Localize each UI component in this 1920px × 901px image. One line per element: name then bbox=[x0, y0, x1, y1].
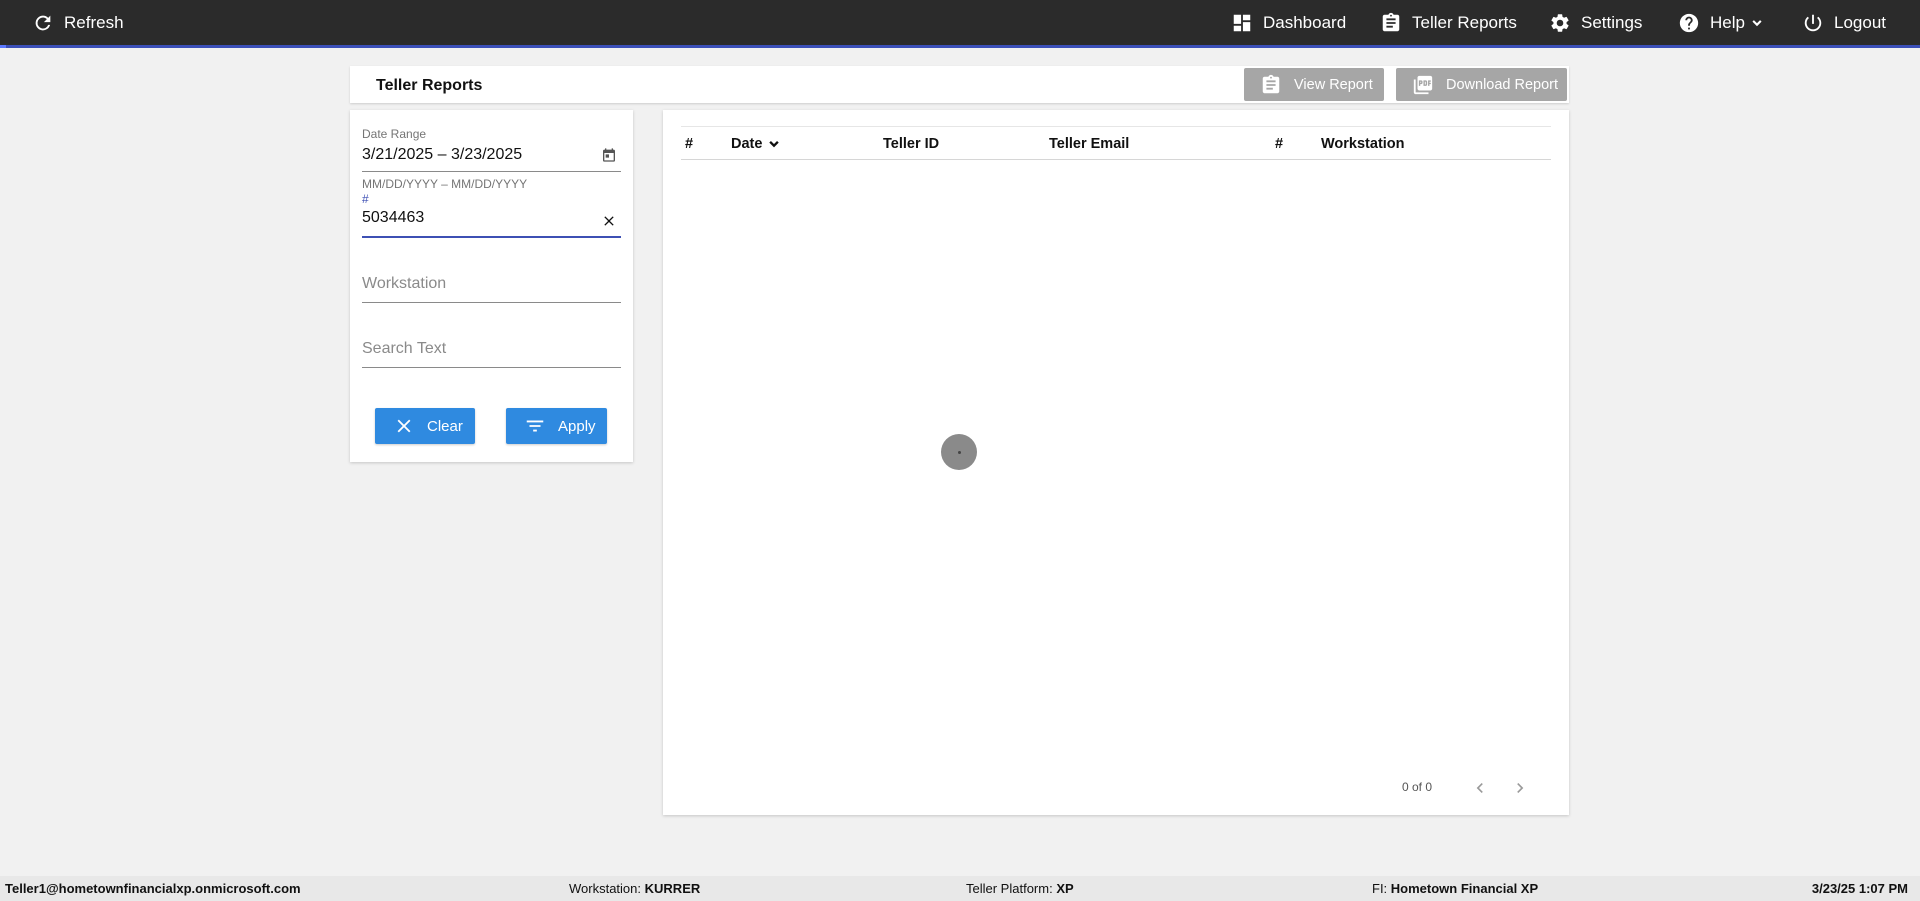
clear-button[interactable]: Clear bbox=[375, 408, 475, 444]
filter-icon bbox=[526, 420, 544, 432]
apply-label: Apply bbox=[558, 417, 596, 435]
clipboard-icon bbox=[1382, 12, 1400, 31]
download-report-button[interactable]: Download Report bbox=[1396, 68, 1567, 101]
date-range-hint: MM/DD/YYYY – MM/DD/YYYY bbox=[362, 177, 528, 191]
loading-progress-bar bbox=[0, 45, 1920, 48]
footer-workstation: Workstation: KURRER bbox=[569, 881, 700, 896]
footer-platform: Teller Platform: XP bbox=[966, 881, 1074, 896]
footer-platform-label: Teller Platform: bbox=[966, 881, 1053, 896]
column-header-number-2[interactable]: # bbox=[1275, 136, 1283, 152]
column-header-teller-email[interactable]: Teller Email bbox=[1049, 136, 1129, 152]
workstation-input[interactable]: Workstation bbox=[362, 275, 621, 293]
date-range-value[interactable]: 3/21/2025 – 3/23/2025 bbox=[362, 146, 621, 164]
number-input[interactable]: 5034463 bbox=[362, 209, 621, 227]
refresh-button[interactable]: Refresh bbox=[32, 0, 124, 45]
nav-logout-label: Logout bbox=[1834, 12, 1886, 32]
loading-spinner bbox=[941, 434, 977, 470]
nav-settings[interactable]: Settings bbox=[1549, 0, 1642, 45]
chevron-left-icon bbox=[1476, 783, 1483, 793]
clipboard-icon bbox=[1262, 74, 1280, 93]
calendar-icon[interactable] bbox=[601, 147, 617, 163]
number-label: # bbox=[362, 192, 369, 206]
workstation-field[interactable]: Workstation bbox=[362, 275, 621, 315]
column-header-workstation[interactable]: Workstation bbox=[1321, 136, 1405, 152]
chevron-down-icon bbox=[1752, 19, 1762, 26]
page-header: Teller Reports View Report Download Repo… bbox=[350, 66, 1569, 103]
previous-page-button[interactable] bbox=[1470, 778, 1490, 798]
footer-fi-value: Hometown Financial XP bbox=[1390, 881, 1539, 896]
progress-fill bbox=[0, 45, 1920, 48]
help-circle-icon bbox=[1679, 13, 1699, 32]
close-icon bbox=[397, 419, 411, 433]
results-table-card: # Date Teller ID Teller Email # Workstat… bbox=[663, 110, 1569, 815]
column-header-teller-id[interactable]: Teller ID bbox=[883, 136, 939, 152]
refresh-icon bbox=[35, 15, 51, 30]
footer-fi: FI: Hometown Financial XP bbox=[1372, 881, 1538, 896]
nav-help[interactable]: Help bbox=[1678, 0, 1765, 45]
table-header: # Date Teller ID Teller Email # Workstat… bbox=[681, 126, 1551, 160]
power-icon bbox=[1804, 14, 1822, 31]
view-report-label: View Report bbox=[1294, 76, 1373, 93]
nav-dashboard-label: Dashboard bbox=[1263, 12, 1347, 32]
date-range-field[interactable]: Date Range 3/21/2025 – 3/23/2025 bbox=[362, 127, 621, 183]
filter-panel: Date Range 3/21/2025 – 3/23/2025 MM/DD/Y… bbox=[350, 110, 633, 462]
column-header-number[interactable]: # bbox=[685, 136, 693, 152]
footer-user: Teller1@hometownfinancialxp.onmicrosoft.… bbox=[5, 881, 301, 896]
nav-teller-reports[interactable]: Teller Reports bbox=[1380, 0, 1517, 45]
workstation-underline bbox=[362, 302, 621, 303]
footer-platform-value: XP bbox=[1056, 881, 1074, 896]
chevron-down-icon bbox=[769, 141, 780, 148]
close-icon[interactable] bbox=[601, 213, 617, 229]
pager-range: 0 of 0 bbox=[1402, 780, 1433, 794]
footer-fi-label: FI: bbox=[1372, 881, 1388, 896]
number-underline bbox=[362, 236, 621, 238]
nav-help-label: Help bbox=[1710, 12, 1745, 32]
date-range-underline bbox=[362, 171, 621, 172]
footer-datetime: 3/23/25 1:07 PM bbox=[1811, 881, 1908, 896]
search-text-underline bbox=[362, 367, 621, 368]
top-navbar: Refresh Dashboard Teller Reports Setting… bbox=[0, 0, 1920, 45]
nav-teller-reports-label: Teller Reports bbox=[1412, 12, 1517, 32]
column-header-date[interactable]: Date bbox=[731, 136, 782, 152]
refresh-label: Refresh bbox=[64, 12, 124, 32]
dashboard-icon bbox=[1233, 14, 1251, 31]
nav-settings-label: Settings bbox=[1581, 12, 1643, 32]
search-text-input[interactable]: Search Text bbox=[362, 340, 621, 358]
number-field[interactable]: # 5034463 bbox=[362, 192, 621, 248]
nav-logout[interactable]: Logout bbox=[1802, 0, 1886, 45]
download-report-label: Download Report bbox=[1446, 76, 1559, 93]
view-report-button[interactable]: View Report bbox=[1244, 68, 1384, 101]
next-page-button[interactable] bbox=[1510, 778, 1530, 798]
date-range-label: Date Range bbox=[362, 127, 427, 141]
gear-icon bbox=[1551, 13, 1569, 32]
footer-workstation-label: Workstation: bbox=[569, 881, 642, 896]
chevron-right-icon bbox=[1517, 783, 1524, 793]
search-text-field[interactable]: Search Text bbox=[362, 340, 621, 380]
pdf-icon bbox=[1413, 75, 1433, 94]
clear-label: Clear bbox=[427, 417, 463, 435]
nav-dashboard[interactable]: Dashboard bbox=[1231, 0, 1346, 45]
status-footer: Teller1@hometownfinancialxp.onmicrosoft.… bbox=[0, 876, 1920, 901]
apply-button[interactable]: Apply bbox=[506, 408, 607, 444]
progress-indicator bbox=[0, 45, 6, 48]
page-title: Teller Reports bbox=[376, 77, 483, 94]
footer-workstation-value: KURRER bbox=[644, 881, 701, 896]
